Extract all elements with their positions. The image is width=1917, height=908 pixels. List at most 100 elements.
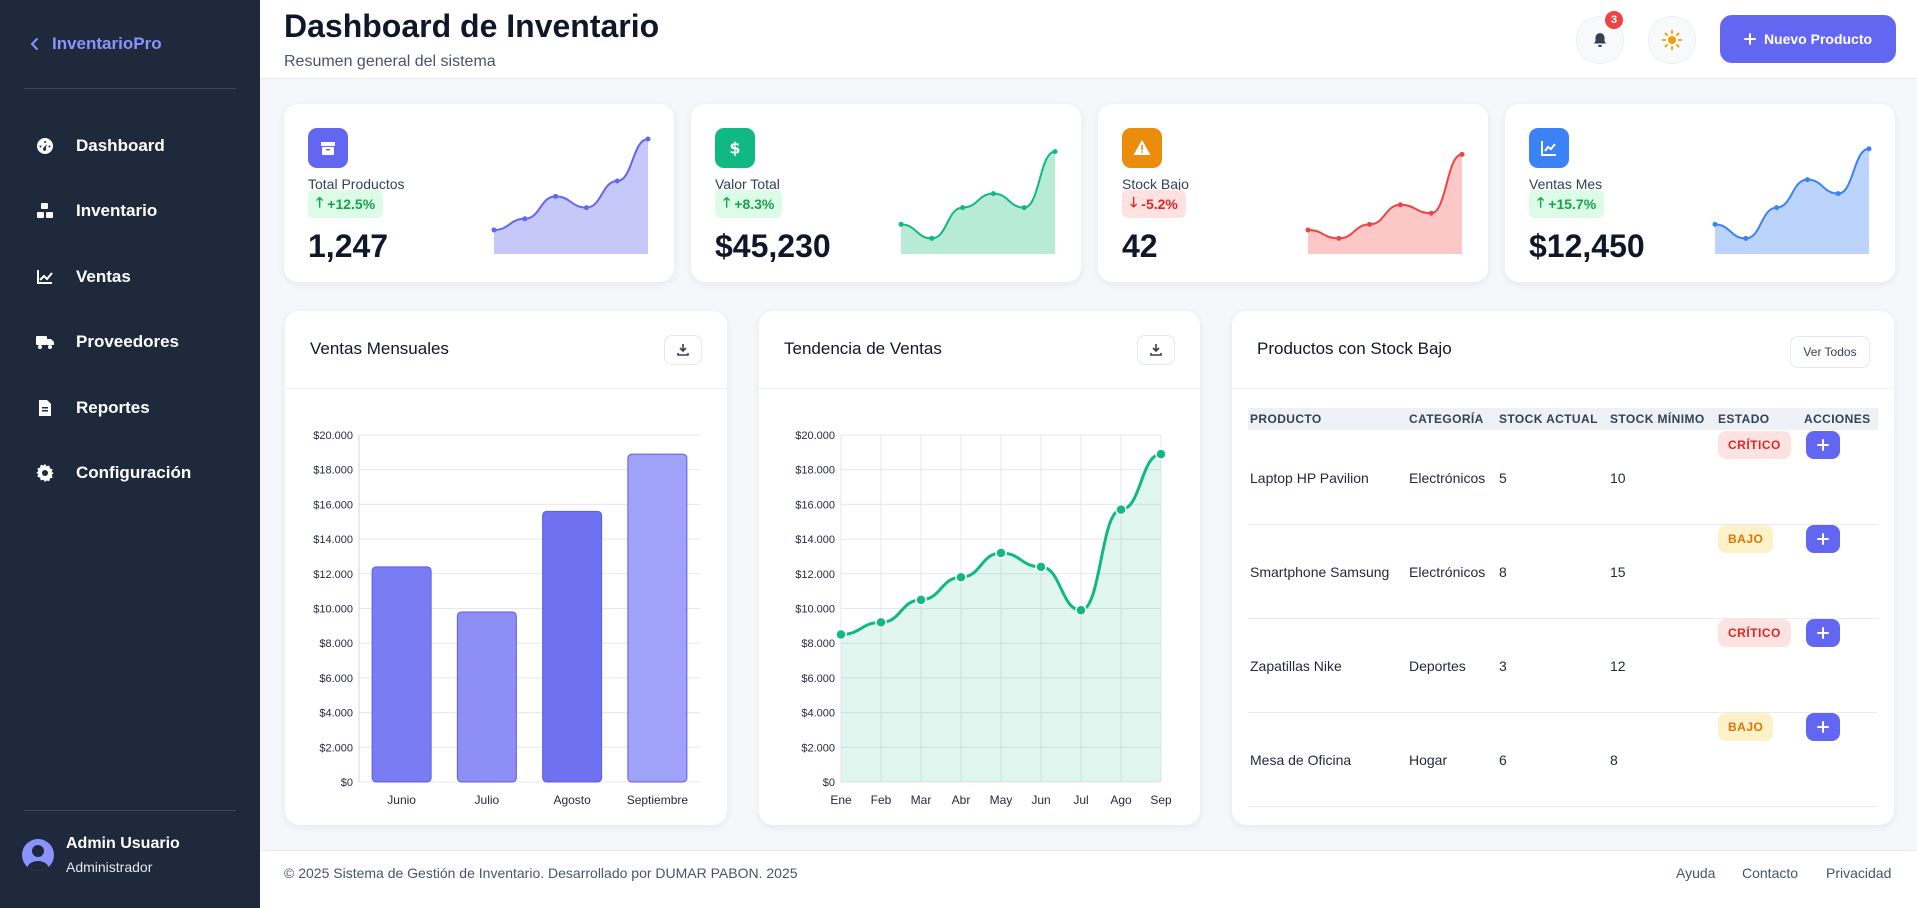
y-tick-label: $0 [823,777,835,789]
bar [371,566,432,783]
sidebar-item-reportes[interactable]: Reportes [24,386,236,430]
privacy-link[interactable]: Privacidad [1826,865,1891,881]
sidebar-divider-top [24,88,236,89]
copyright-text: © 2025 Sistema de Gestión de Inventario.… [284,865,798,881]
sparkline-point [1804,177,1810,183]
sidebar-item-inventario[interactable]: Inventario [24,189,236,233]
bar [627,453,688,783]
x-tick-label: Sep [1150,793,1172,807]
y-tick-label: $16.000 [795,499,835,511]
sidebar-item-dashboard[interactable]: Dashboard [24,124,236,168]
sidebar-item-label: Reportes [76,398,150,417]
arrow-up-icon: 🡑 [316,194,324,210]
sales-trend-panel: Tendencia de Ventas $0 $2.000 $4.000 $6.000… [759,311,1200,825]
sidebar-item-configuracion[interactable]: Configuración [24,451,236,495]
view-all-button[interactable]: Ver Todos [1790,336,1870,368]
data-point [995,547,1007,559]
user-name: Admin Usuario [66,835,180,852]
x-tick-label: Abr [952,793,971,807]
chevron-left-icon [30,38,38,50]
column-header: ACCIONES [1804,412,1871,426]
column-header: ESTADO [1718,412,1770,426]
y-tick-label: $20.000 [313,430,353,442]
panel-title: Productos con Stock Bajo [1257,339,1452,358]
sparkline-point [1866,146,1872,152]
x-tick-label: Ene [830,793,852,807]
sparkline [1712,146,1872,254]
stat-card-monthly-sales: Ventas Mes 🡑 +15.7% $12,450 [1505,104,1895,282]
table-row: Laptop HP Pavilion Electrónicos 5 10 CRÍTICO [1248,431,1878,525]
add-stock-button[interactable] [1806,525,1840,553]
stat-change-badge: 🡑 +12.5% [308,190,384,218]
stat-change-badge: 🡓 -5.2% [1122,190,1186,218]
sparkline-point [614,178,620,184]
status-badge: BAJO [1718,525,1774,553]
data-point [1155,448,1167,460]
y-tick-label: $6.000 [319,673,353,685]
product-category: Electrónicos [1409,470,1486,486]
sidebar-divider-bottom [24,810,236,811]
truck-icon [36,333,54,351]
x-tick-label: Jul [1073,793,1088,807]
sparkline-point [645,136,651,142]
y-tick-label: $8.000 [319,638,353,650]
notifications-button[interactable]: 3 [1576,11,1624,64]
chart-line-icon [1529,128,1569,168]
user-icon [27,845,49,871]
brand-link[interactable]: InventarioPro [28,30,162,58]
panel-header: Productos con Stock Bajo Ver Todos [1232,311,1894,389]
product-name: Laptop HP Pavilion [1250,470,1369,486]
contact-link[interactable]: Contacto [1742,865,1798,881]
sparkline-point [1428,210,1434,216]
help-link[interactable]: Ayuda [1676,865,1715,881]
download-button[interactable] [1137,335,1175,365]
x-tick-label: Mar [911,793,932,807]
header: Dashboard de Inventario Resumen general … [260,0,1917,79]
user-role: Administrador [66,859,153,875]
arrow-up-icon: 🡑 [1537,194,1545,210]
arrow-down-icon: 🡓 [1130,194,1138,210]
stat-value: 42 [1122,228,1158,264]
minimum-stock: 12 [1610,658,1626,674]
gear-icon [36,464,54,482]
stat-value: $12,450 [1529,228,1645,264]
sparkline-point [553,193,559,199]
theme-toggle-button[interactable] [1648,16,1696,64]
plus-icon [1817,533,1829,545]
stat-card-total-products: Total Productos 🡑 +12.5% 1,247 [284,104,674,282]
user-profile[interactable]: Admin Usuario Administrador [22,835,180,875]
monthly-sales-panel: Ventas Mensuales $0 $2.000 $4.000 $6.000 $8.… [285,311,727,825]
y-tick-label: $4.000 [801,708,835,720]
stat-change-value: +8.3% [734,196,775,212]
minimum-stock: 10 [1610,470,1626,486]
plus-icon [1817,721,1829,733]
y-tick-label: $18.000 [795,465,835,477]
current-stock: 5 [1499,470,1507,486]
sparkline-point [990,191,996,197]
add-stock-button[interactable] [1806,431,1840,459]
stat-change-value: +15.7% [1548,196,1597,212]
sidebar-item-proveedores[interactable]: Proveedores [24,320,236,364]
add-stock-button[interactable] [1806,619,1840,647]
page-title: Dashboard de Inventario [284,8,660,44]
product-name: Mesa de Oficina [1250,752,1352,768]
data-point [835,628,847,641]
x-tick-label: Septiembre [627,793,689,807]
x-tick-label: Feb [871,793,892,807]
download-button[interactable] [664,335,702,365]
sparkline-area [1308,154,1462,254]
current-stock: 6 [1499,752,1507,768]
column-header: STOCK MÍNIMO [1610,412,1705,426]
sidebar-item-ventas[interactable]: Ventas [24,255,236,299]
sidebar-item-label: Configuración [76,463,192,482]
gauge-icon [36,137,54,155]
sparkline-point [1336,235,1342,241]
sparkline [898,149,1058,254]
y-tick-label: $10.000 [795,604,835,616]
add-stock-button[interactable] [1806,713,1840,741]
new-product-button[interactable]: Nuevo Producto [1720,15,1896,63]
x-tick-label: Agosto [553,793,591,807]
dollar-icon: $ [715,128,755,168]
y-tick-label: $18.000 [313,465,353,477]
y-tick-label: $8.000 [801,638,835,650]
